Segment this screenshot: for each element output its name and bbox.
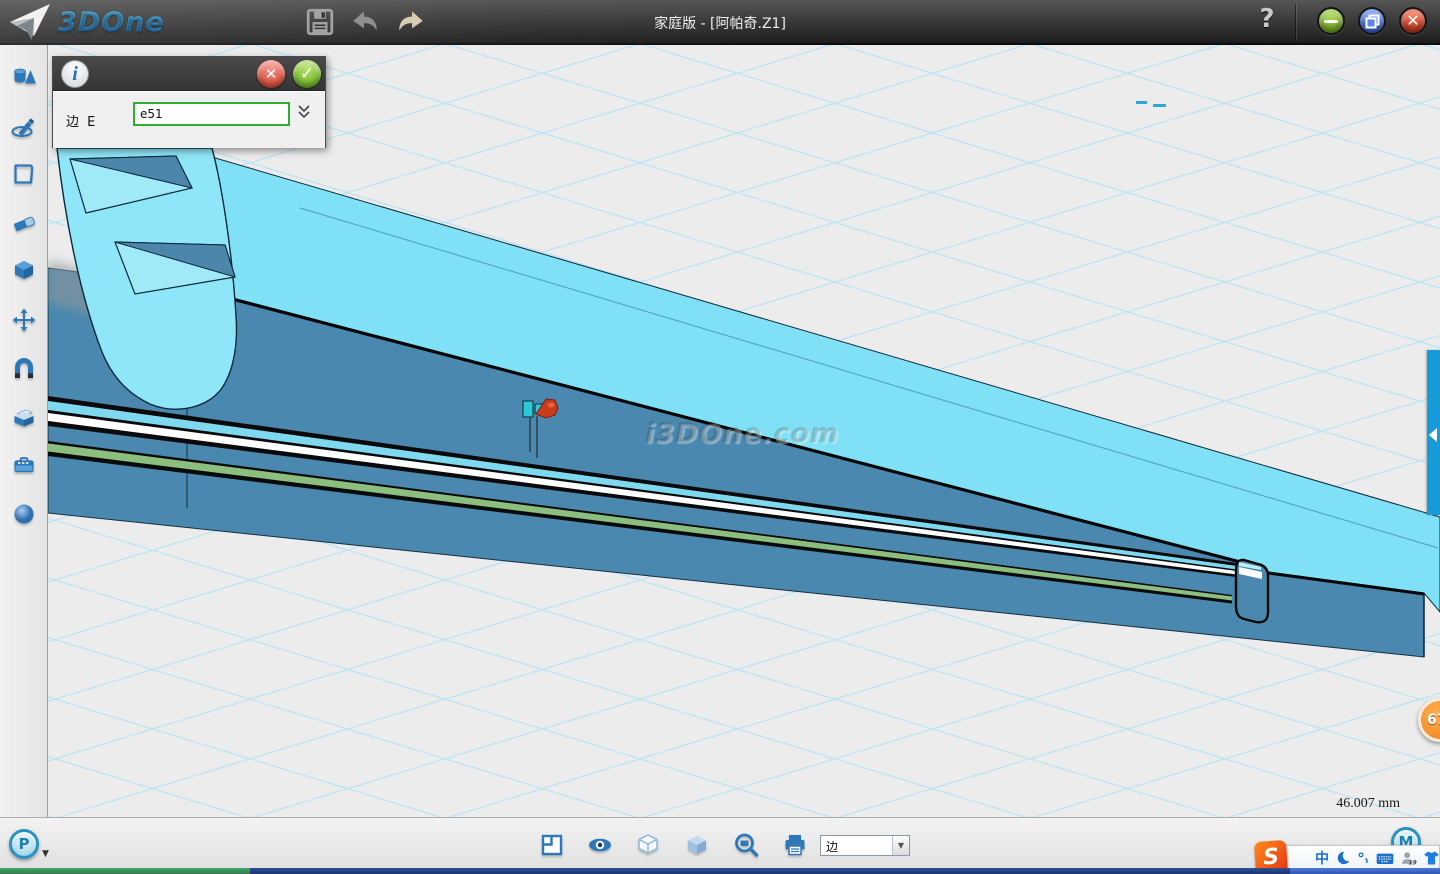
wireframe-view-icon[interactable] xyxy=(635,832,661,858)
selection-filter-dropdown[interactable]: 边 ▼ xyxy=(820,835,910,856)
basic-solids-icon[interactable] xyxy=(11,64,37,90)
edge-input[interactable] xyxy=(133,102,290,126)
combine-box-icon[interactable] xyxy=(11,404,37,430)
fin-hole-upper xyxy=(70,156,192,213)
left-corner-tool[interactable]: P xyxy=(9,829,39,859)
tail-fin xyxy=(57,148,236,409)
edge-input-dialog: i ✕ ✓ 边 E xyxy=(52,56,326,148)
user-badge-count: 19 xyxy=(1409,860,1417,866)
keyboard-icon[interactable] xyxy=(1376,851,1394,866)
print-icon[interactable] xyxy=(782,832,808,858)
3d-viewport[interactable]: i3DOne.com 46.007 mm 67 xyxy=(48,45,1440,817)
eraser-icon[interactable] xyxy=(11,210,37,236)
taskbar-edge xyxy=(0,868,1440,874)
watermark: i3DOne.com xyxy=(646,419,840,450)
caret-down-icon[interactable]: ▼ xyxy=(42,849,49,859)
move-icon[interactable] xyxy=(11,307,37,333)
notification-badge[interactable]: 67 xyxy=(1418,698,1440,742)
punctuation-icon[interactable] xyxy=(1357,850,1370,866)
feature-cube-icon[interactable] xyxy=(11,258,37,284)
sketch-pencil-icon[interactable] xyxy=(11,113,37,139)
tool-sidebar xyxy=(0,45,48,874)
title-bar: 3DOne 家庭版 - [阿帕奇.Z1] ? xyxy=(0,0,1440,45)
dialog-ok-button[interactable]: ✓ xyxy=(293,60,321,88)
help-icon[interactable]: ? xyxy=(1252,4,1282,34)
render-sphere-icon[interactable] xyxy=(11,501,37,527)
app-window: i3DOne.com 46.007 mm 67 i ✕ ✓ 边 E xyxy=(0,0,1440,874)
filter-value: 边 xyxy=(821,836,892,855)
model-top-face xyxy=(188,150,1440,612)
edge-manipulator[interactable] xyxy=(523,399,558,458)
model-front-face xyxy=(48,268,1424,657)
close-button[interactable]: ✕ xyxy=(1399,7,1427,35)
skin-shirt-icon[interactable] xyxy=(1423,850,1440,866)
rail-end-cap xyxy=(1236,560,1268,622)
fin-hole-lower xyxy=(115,242,235,294)
moon-icon[interactable] xyxy=(1335,850,1351,866)
edge-field-label: 边 E xyxy=(66,111,97,130)
shaded-view-icon[interactable] xyxy=(684,832,710,858)
arrow-left-icon xyxy=(1428,427,1438,443)
dialog-titlebar: i ✕ ✓ xyxy=(53,57,325,91)
view-layout-icon[interactable] xyxy=(539,832,565,858)
measurement-readout: 46.007 mm xyxy=(1336,796,1400,812)
panel-collapse-tab[interactable] xyxy=(1427,350,1440,515)
window-title: 家庭版 - [阿帕奇.Z1] xyxy=(0,13,1440,33)
restore-icon xyxy=(1365,14,1380,29)
magnet-icon[interactable] xyxy=(11,355,37,381)
view-toolbar: P ▼ xyxy=(0,817,1440,868)
dropdown-arrow-icon[interactable]: ▼ xyxy=(892,836,909,855)
zoom-snapshot-icon[interactable] xyxy=(733,832,759,858)
expand-chevron-icon[interactable] xyxy=(297,104,311,124)
surface-plane-icon[interactable] xyxy=(11,161,37,187)
dialog-body: 边 E xyxy=(53,91,325,148)
minimize-button[interactable] xyxy=(1317,7,1345,35)
info-icon: i xyxy=(61,60,89,88)
restore-button[interactable] xyxy=(1358,7,1386,35)
dialog-cancel-button[interactable]: ✕ xyxy=(257,60,285,88)
visibility-eye-icon[interactable] xyxy=(587,832,613,858)
chinese-mode-icon[interactable]: 中 xyxy=(1315,848,1329,868)
toolbox-icon[interactable] xyxy=(11,452,37,478)
user-icon[interactable]: 19 xyxy=(1400,850,1417,867)
direction-cone xyxy=(536,399,558,418)
